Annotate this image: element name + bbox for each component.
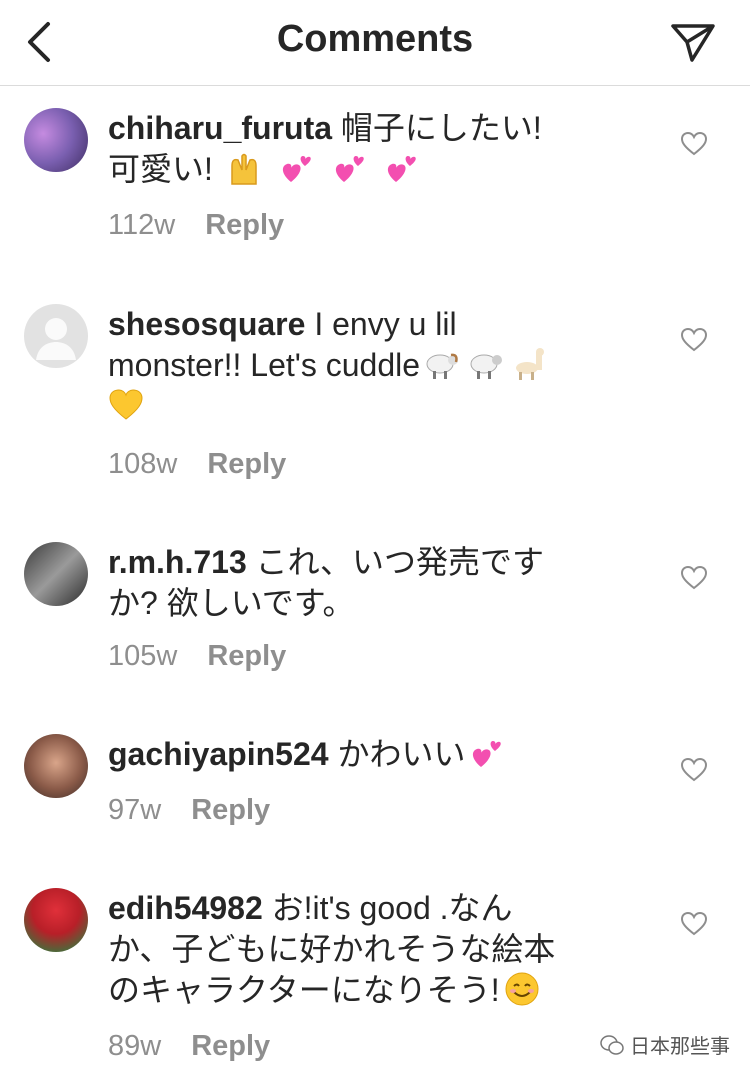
comment-body: 可愛い! xyxy=(108,151,213,187)
comment-time: 97w xyxy=(108,794,162,826)
avatar[interactable] xyxy=(24,888,88,952)
watermark: 日本那些事 xyxy=(600,1030,730,1059)
avatar[interactable] xyxy=(24,542,88,606)
avatar[interactable] xyxy=(24,304,88,368)
reply-button[interactable]: Reply xyxy=(191,1030,270,1062)
comment-username[interactable]: gachiyapin524 xyxy=(108,736,329,772)
yellow-heart-icon xyxy=(109,389,143,420)
comment-meta: 108w Reply xyxy=(108,448,286,481)
watermark-text: 日本那些事 xyxy=(630,1036,730,1058)
comment-body: これ、いつ発売です xyxy=(255,544,544,580)
comment-meta: 112w Reply xyxy=(108,209,284,242)
comment-text: chiharu_furuta 帽子にしたい! 可愛い! xyxy=(108,108,628,190)
two-hearts-icon xyxy=(388,156,417,182)
raising-hands-icon xyxy=(231,153,257,185)
comment-time: 89w xyxy=(108,1030,162,1062)
heart-icon[interactable] xyxy=(681,566,707,590)
heart-icon[interactable] xyxy=(681,132,707,156)
comment-body: か、子どもに好かれそうな絵本 xyxy=(108,931,556,967)
comment-meta: 89w Reply xyxy=(108,1030,270,1063)
comment-meta: 97w Reply xyxy=(108,794,270,827)
avatar[interactable] xyxy=(24,734,88,798)
default-avatar-icon xyxy=(36,318,76,360)
comment-time: 112w xyxy=(108,209,176,241)
send-icon[interactable] xyxy=(670,22,716,62)
ram-icon xyxy=(426,353,459,379)
llama-icon xyxy=(516,348,545,380)
comment-time: 105w xyxy=(108,640,178,672)
comment-username[interactable]: r.m.h.713 xyxy=(108,544,247,580)
comment-text: r.m.h.713 これ、いつ発売です か? 欲しいです。 xyxy=(108,542,628,624)
sheep-icon xyxy=(470,354,503,379)
two-hearts-icon xyxy=(335,156,364,182)
comment-body: monster!! Let's cuddle xyxy=(108,347,421,383)
comment-username[interactable]: edih54982 xyxy=(108,890,263,926)
reply-button[interactable]: Reply xyxy=(207,640,286,672)
comment-meta: 105w Reply xyxy=(108,640,286,673)
reply-button[interactable]: Reply xyxy=(191,794,270,826)
smiling-face-icon xyxy=(505,972,539,1006)
comment-text: shesosquare I envy u lil monster!! Let's… xyxy=(108,304,628,427)
heart-icon[interactable] xyxy=(681,912,707,936)
two-hearts-icon xyxy=(282,156,311,182)
two-hearts-icon xyxy=(473,741,502,767)
comment-body: のキャラクターになりそう! xyxy=(108,972,500,1008)
page-title: Comments xyxy=(276,18,474,60)
comment-body: 帽子にしたい! xyxy=(340,110,542,146)
comment-text: gachiyapin524 かわいい xyxy=(108,734,628,775)
comment-body: お!it's good .なん xyxy=(271,890,513,926)
wechat-icon xyxy=(600,1034,624,1055)
reply-button[interactable]: Reply xyxy=(205,209,284,241)
header-bar: Comments xyxy=(0,0,750,86)
comment-body: I envy u lil xyxy=(314,306,457,342)
comment-username[interactable]: chiharu_furuta xyxy=(108,110,332,146)
reply-button[interactable]: Reply xyxy=(207,448,286,480)
comment-time: 108w xyxy=(108,448,178,480)
heart-icon[interactable] xyxy=(681,328,707,352)
avatar[interactable] xyxy=(24,108,88,172)
heart-icon[interactable] xyxy=(681,758,707,782)
comment-body: かわいい xyxy=(337,736,466,772)
comment-username[interactable]: shesosquare xyxy=(108,306,305,342)
comment-body: か? 欲しいです。 xyxy=(108,585,355,621)
comment-text: edih54982 お!it's good .なん か、子どもに好かれそうな絵本… xyxy=(108,888,628,1011)
